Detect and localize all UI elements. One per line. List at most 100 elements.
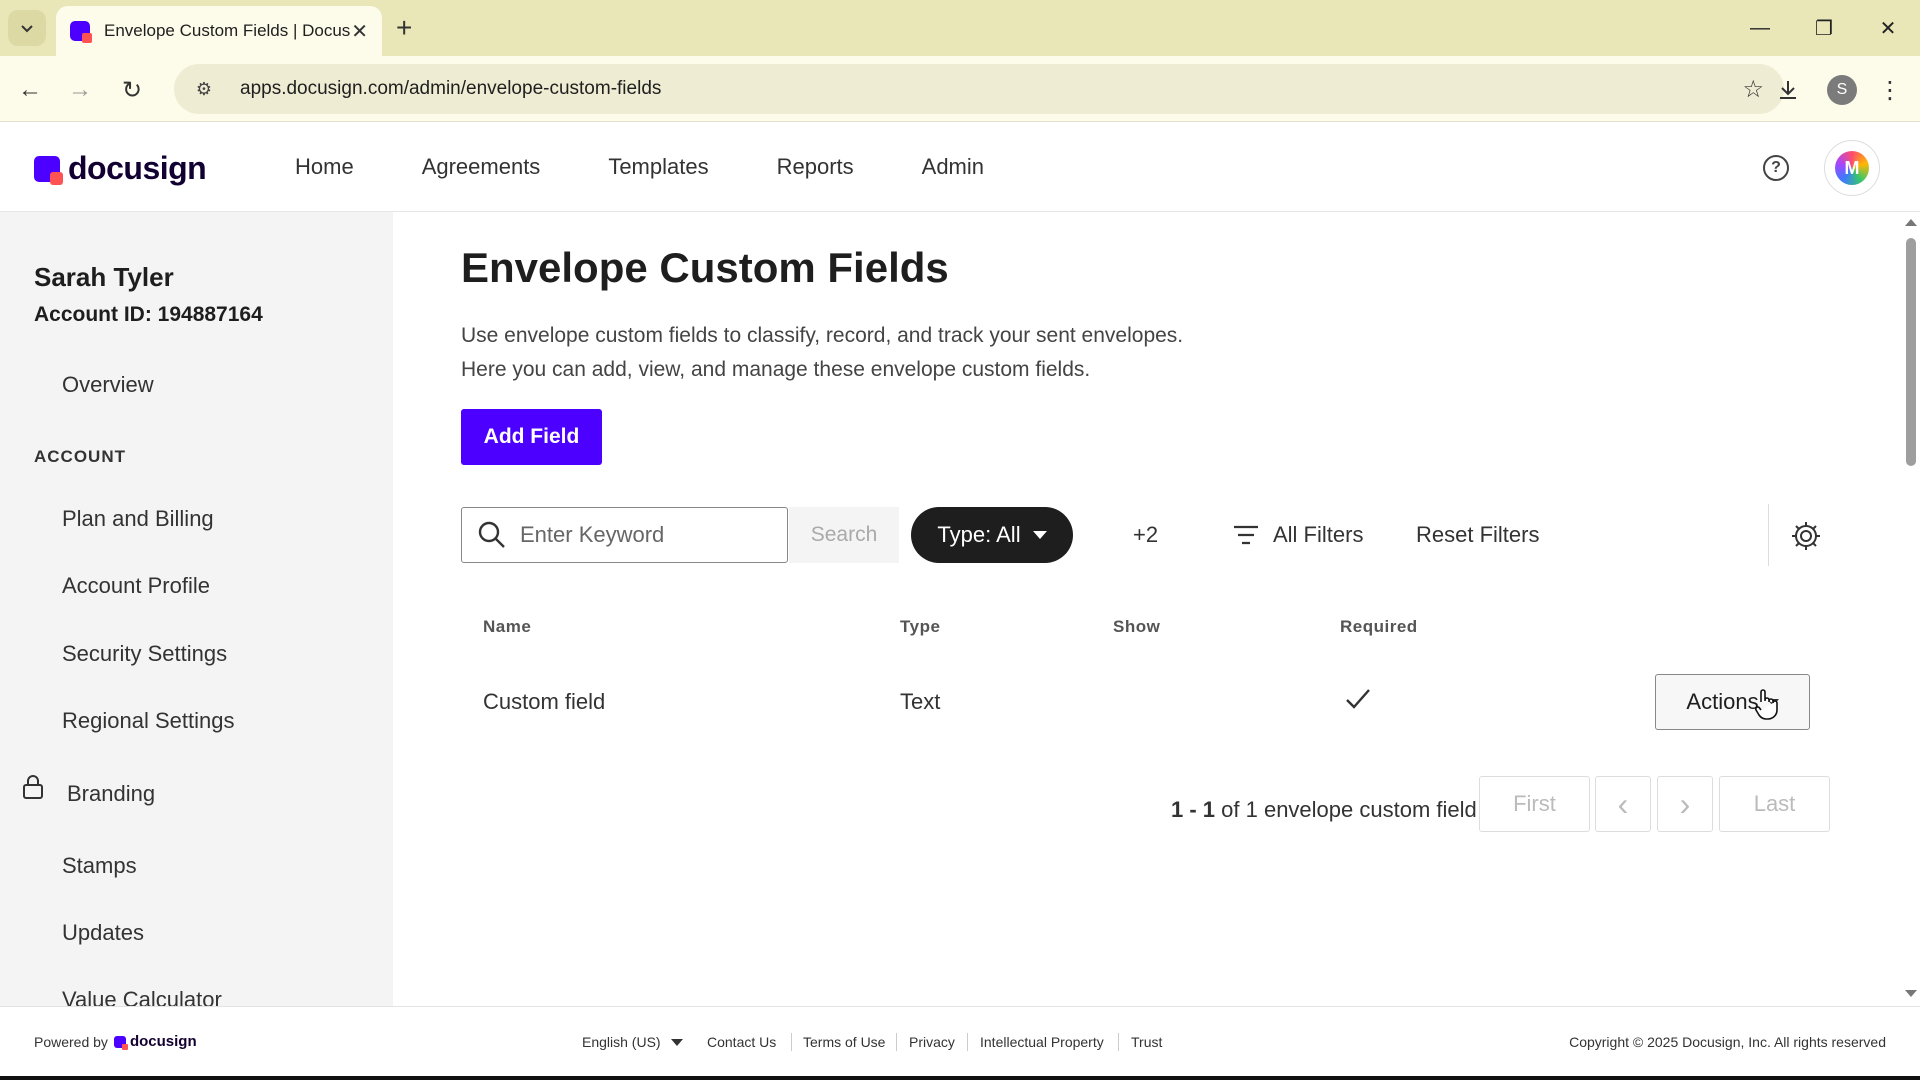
footer-link-contact[interactable]: Contact Us — [707, 1034, 776, 1050]
powered-by-label: Powered by — [34, 1033, 108, 1050]
sidebar-item-stamps[interactable]: Stamps — [62, 853, 137, 879]
docusign-favicon-icon — [70, 21, 92, 43]
sidebar-item-regional-settings[interactable]: Regional Settings — [62, 708, 234, 734]
copyright-text: Copyright © 2025 Docusign, Inc. All righ… — [1569, 1034, 1886, 1050]
main-content: Envelope Custom Fields Use envelope cust… — [393, 212, 1903, 1006]
nav-admin[interactable]: Admin — [922, 154, 984, 180]
powered-by: Powered by docusign — [34, 1033, 197, 1050]
docusign-logo-mark-icon — [34, 155, 63, 185]
back-icon[interactable]: ← — [10, 70, 50, 110]
browser-tab[interactable]: Envelope Custom Fields | Docusign ✕ — [56, 6, 382, 56]
docusign-logo[interactable]: docusign — [34, 150, 207, 187]
page-description-line-2: Here you can add, view, and manage these… — [461, 358, 1091, 381]
search-button[interactable]: Search — [789, 507, 899, 563]
next-page-button[interactable]: › — [1657, 776, 1713, 832]
restore-icon[interactable]: ❐ — [1792, 0, 1856, 56]
footer-link-ip[interactable]: Intellectual Property — [980, 1034, 1104, 1050]
prev-page-button[interactable]: ‹ — [1595, 776, 1651, 832]
profile-initial: S — [1827, 75, 1857, 105]
browser-tabstrip: Envelope Custom Fields | Docusign ✕ + — … — [0, 0, 1920, 56]
all-filters-button[interactable]: All Filters — [1233, 522, 1363, 548]
page-title: Envelope Custom Fields — [461, 244, 949, 291]
bookmark-star-icon[interactable]: ☆ — [1742, 75, 1764, 104]
keyword-search-box[interactable] — [461, 507, 788, 563]
sidebar-item-updates[interactable]: Updates — [62, 920, 144, 946]
actions-dropdown-button[interactable]: Actions — [1655, 674, 1810, 730]
row-type-cell: Text — [900, 689, 941, 714]
language-selector[interactable]: English (US) — [582, 1034, 683, 1050]
last-page-button[interactable]: Last — [1719, 776, 1830, 832]
app-header: docusign Home Agreements Templates Repor… — [0, 122, 1920, 212]
actions-label: Actions — [1686, 689, 1759, 714]
bottom-edge — [0, 1076, 1920, 1080]
sidebar-item-branding[interactable]: Branding — [67, 781, 155, 807]
more-filters-count[interactable]: +2 — [1133, 522, 1158, 548]
sidebar-item-account-profile[interactable]: Account Profile — [62, 573, 210, 599]
admin-sidebar: Sarah Tyler Account ID: 194887164 Overvi… — [0, 212, 393, 1006]
page-description-line-1: Use envelope custom fields to classify, … — [461, 324, 1184, 347]
help-icon[interactable]: ? — [1763, 155, 1789, 181]
scroll-up-icon[interactable] — [1905, 219, 1917, 226]
sidebar-section-account: ACCOUNT — [34, 447, 126, 466]
sidebar-item-overview[interactable]: Overview — [62, 372, 154, 398]
user-name: Sarah Tyler — [34, 262, 174, 292]
reload-icon[interactable]: ↻ — [112, 70, 152, 110]
footer-separator — [896, 1033, 897, 1051]
nav-templates[interactable]: Templates — [608, 154, 708, 180]
row-name-cell: Custom field — [483, 689, 606, 714]
new-tab-icon[interactable]: + — [396, 12, 412, 44]
brand-wordmark: docusign — [68, 150, 207, 186]
site-info-icon[interactable]: ⚙ — [184, 79, 224, 100]
filter-divider — [1768, 504, 1769, 566]
footer-link-terms[interactable]: Terms of Use — [803, 1034, 885, 1050]
type-filter-label: Type: All — [937, 522, 1021, 547]
browser-toolbar: ← → ↻ ⚙ apps.docusign.com/admin/envelope… — [0, 56, 1920, 122]
lock-icon — [23, 775, 43, 799]
minimize-icon[interactable]: — — [1728, 0, 1792, 56]
close-window-icon[interactable]: ✕ — [1856, 0, 1920, 56]
footer-separator — [967, 1033, 968, 1051]
column-header-required[interactable]: Required — [1340, 617, 1418, 637]
pagination-range: 1 - 1 — [1171, 797, 1216, 822]
type-filter-dropdown[interactable]: Type: All — [911, 507, 1073, 563]
account-id: Account ID: 194887164 — [34, 303, 263, 326]
reset-filters-button[interactable]: Reset Filters — [1416, 522, 1539, 548]
column-header-type[interactable]: Type — [900, 617, 940, 637]
user-avatar[interactable]: M — [1824, 140, 1880, 196]
footer-link-privacy[interactable]: Privacy — [909, 1034, 955, 1050]
profile-button[interactable]: S — [1822, 70, 1862, 110]
nav-home[interactable]: Home — [295, 154, 354, 180]
pagination-total: of 1 envelope custom field — [1221, 797, 1477, 822]
tab-search-button[interactable] — [8, 10, 46, 46]
window-controls: — ❐ ✕ — [1728, 0, 1920, 56]
scroll-down-icon[interactable] — [1905, 990, 1917, 997]
tab-title: Envelope Custom Fields | Docusign — [104, 21, 352, 40]
download-icon[interactable] — [1768, 70, 1808, 110]
scrollbar-thumb[interactable] — [1906, 238, 1916, 466]
close-tab-icon[interactable]: ✕ — [351, 19, 368, 44]
address-bar[interactable]: ⚙ apps.docusign.com/admin/envelope-custo… — [174, 64, 1784, 114]
footer-brand: docusign — [129, 1033, 197, 1050]
footer-separator — [791, 1033, 792, 1051]
nav-agreements[interactable]: Agreements — [422, 154, 541, 180]
add-field-button[interactable]: Add Field — [461, 409, 602, 465]
filter-icon — [1234, 525, 1258, 545]
page-footer: Powered by docusign English (US) Contact… — [0, 1006, 1920, 1076]
url-text[interactable]: apps.docusign.com/admin/envelope-custom-… — [240, 78, 661, 100]
forward-icon[interactable]: → — [60, 70, 100, 110]
first-page-button[interactable]: First — [1479, 776, 1590, 832]
hand-cursor-icon — [1754, 689, 1778, 720]
nav-reports[interactable]: Reports — [777, 154, 854, 180]
column-header-show[interactable]: Show — [1113, 617, 1160, 637]
sidebar-item-security-settings[interactable]: Security Settings — [62, 641, 227, 667]
sidebar-item-plan-billing[interactable]: Plan and Billing — [62, 506, 214, 532]
checkmark-icon — [1346, 689, 1370, 709]
more-menu-icon[interactable]: ⋮ — [1872, 70, 1908, 110]
column-header-name[interactable]: Name — [483, 617, 531, 637]
pagination-summary: 1 - 1 of 1 envelope custom field — [1171, 797, 1477, 823]
gear-icon[interactable] — [1790, 520, 1822, 552]
footer-link-trust[interactable]: Trust — [1131, 1034, 1162, 1050]
search-input[interactable] — [520, 522, 770, 548]
sidebar-item-value-calculator[interactable]: Value Calculator — [62, 987, 222, 1006]
footer-separator — [1118, 1033, 1119, 1051]
